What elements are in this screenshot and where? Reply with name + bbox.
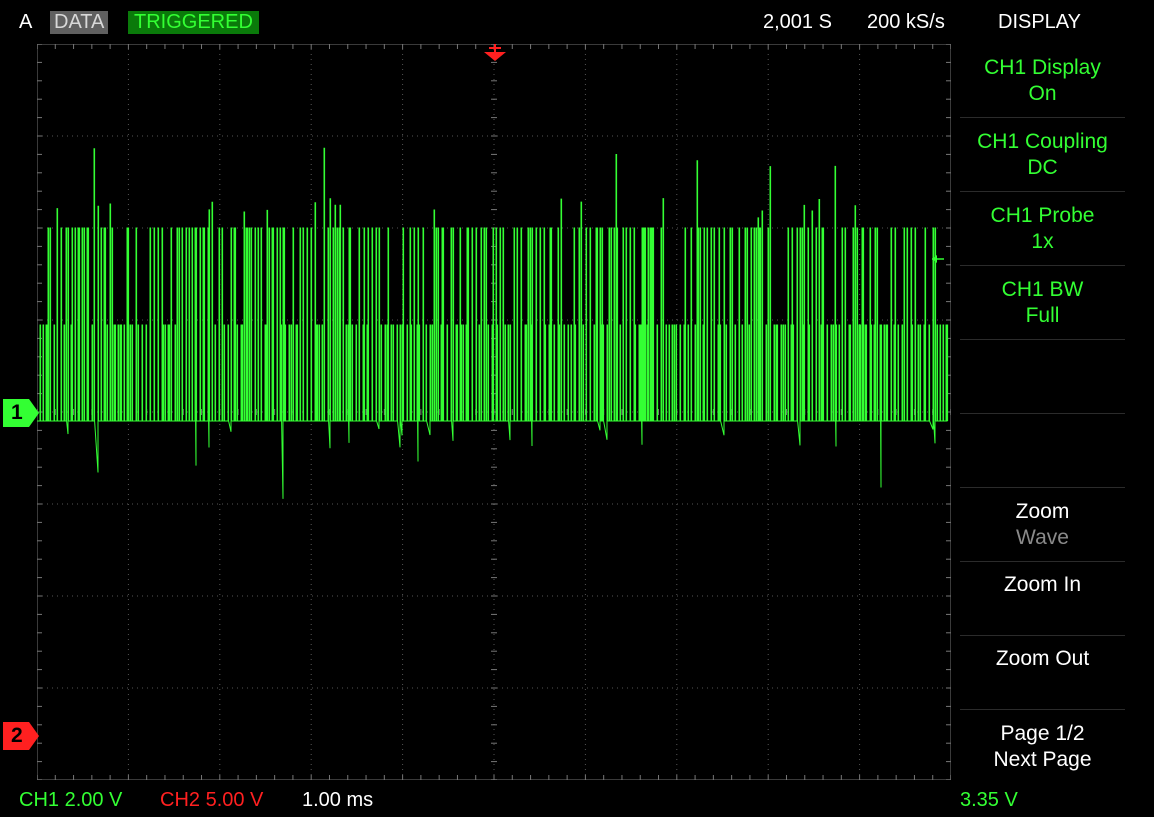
menu-next-page-label: Next Page xyxy=(993,747,1092,771)
menu-page-indicator: Page 1/2 xyxy=(1000,721,1085,745)
menu-zoom-in[interactable]: Zoom In xyxy=(960,562,1125,636)
ch1-marker-label: 1 xyxy=(11,401,23,424)
menu-empty-slot-5 xyxy=(960,340,1125,414)
waveform-display[interactable] xyxy=(37,44,951,780)
side-menu: CH1 Display On CH1 Coupling DC CH1 Probe… xyxy=(960,44,1125,780)
menu-ch1-bw-label: CH1 BW xyxy=(1001,277,1084,301)
menu-title: DISPLAY xyxy=(998,11,1081,33)
scope-graticule xyxy=(37,44,951,780)
menu-ch1-bw-value: Full xyxy=(1025,303,1060,327)
top-status-bar: A DATA TRIGGERED 2,001 S 200 kS/s DISPLA… xyxy=(0,0,1154,44)
menu-zoom-out[interactable]: Zoom Out xyxy=(960,636,1125,710)
menu-zoom-out-label: Zoom Out xyxy=(995,647,1090,670)
sample-count: 2,001 S xyxy=(763,11,832,33)
sample-rate: 200 kS/s xyxy=(867,11,945,33)
menu-ch1-coupling-value: DC xyxy=(1027,155,1058,179)
acquisition-mode-label: A xyxy=(19,11,33,33)
ch2-scale[interactable]: CH2 5.00 V xyxy=(160,788,263,812)
trigger-position-marker-icon[interactable] xyxy=(483,44,507,64)
ch1-ground-marker[interactable]: 1 xyxy=(3,399,43,427)
menu-ch1-probe[interactable]: CH1 Probe 1x xyxy=(960,192,1125,266)
menu-ch1-display[interactable]: CH1 Display On xyxy=(960,44,1125,118)
menu-ch1-coupling-label: CH1 Coupling xyxy=(977,129,1108,153)
ch2-marker-label: 2 xyxy=(11,724,23,747)
menu-next-page[interactable]: Page 1/2 Next Page xyxy=(960,710,1125,783)
menu-empty-slot-6 xyxy=(960,414,1125,488)
trigger-level-marker-icon[interactable] xyxy=(930,252,946,266)
menu-ch1-probe-value: 1x xyxy=(1031,229,1054,253)
ch2-ground-marker[interactable]: 2 xyxy=(3,722,43,750)
menu-zoom-value: Wave xyxy=(1016,525,1069,549)
menu-ch1-bw[interactable]: CH1 BW Full xyxy=(960,266,1125,340)
trigger-level[interactable]: 3.35 V xyxy=(960,788,1018,812)
trigger-status-badge: TRIGGERED xyxy=(128,11,259,34)
ch1-waveform-trace xyxy=(37,147,949,499)
menu-ch1-probe-label: CH1 Probe xyxy=(990,203,1095,227)
menu-ch1-coupling[interactable]: CH1 Coupling DC xyxy=(960,118,1125,192)
menu-ch1-display-value: On xyxy=(1028,81,1057,105)
menu-ch1-display-label: CH1 Display xyxy=(984,55,1101,79)
bottom-status-bar: CH1 2.00 V CH2 5.00 V 1.00 ms 3.35 V xyxy=(0,782,1154,817)
menu-zoom-in-label: Zoom In xyxy=(1003,573,1082,596)
menu-zoom-wave[interactable]: Zoom Wave xyxy=(960,488,1125,562)
menu-zoom-label: Zoom xyxy=(1015,499,1070,523)
ch1-scale[interactable]: CH1 2.00 V xyxy=(19,788,122,812)
timebase[interactable]: 1.00 ms xyxy=(302,788,373,812)
data-badge: DATA xyxy=(50,11,109,34)
